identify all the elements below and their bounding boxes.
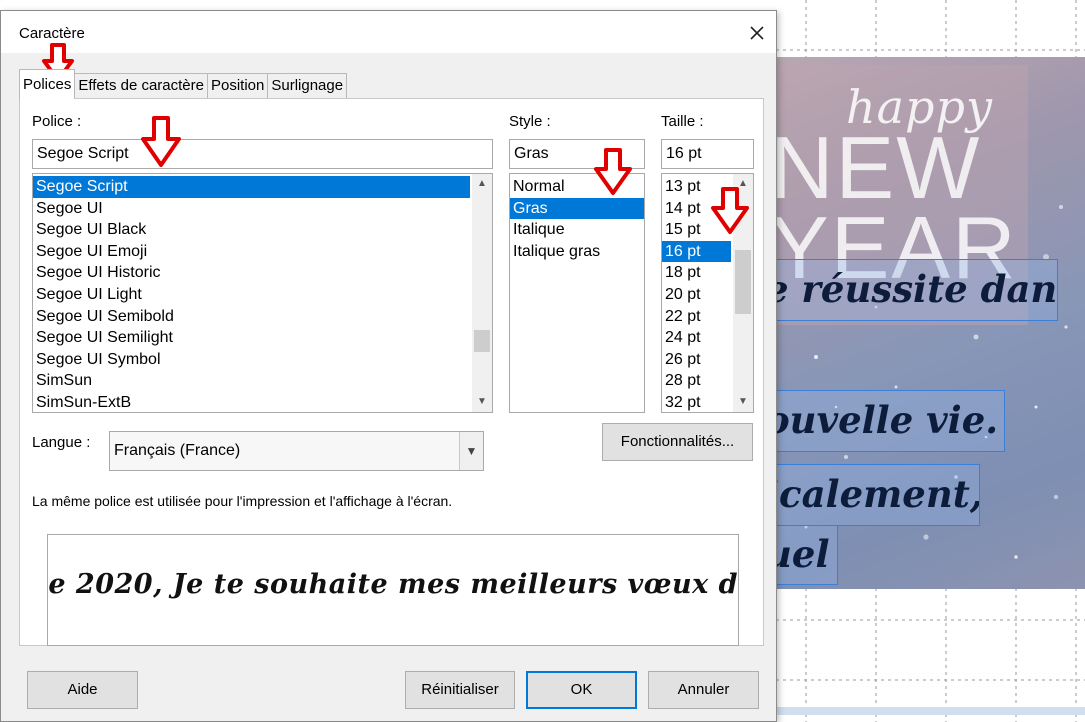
font-list-scrollbar[interactable]: ▲ ▼ bbox=[472, 174, 492, 412]
font-list[interactable]: Segoe Script Segoe UI Segoe UI Black Seg… bbox=[32, 173, 493, 413]
scroll-thumb[interactable] bbox=[735, 250, 751, 314]
tab-bar: Polices Effets de caractère Position Sur… bbox=[19, 69, 348, 99]
font-list-item[interactable]: Segoe UI Historic bbox=[33, 262, 470, 284]
language-value: Français (France) bbox=[114, 442, 241, 459]
ok-button[interactable]: OK bbox=[526, 671, 637, 709]
dialog-titlebar[interactable]: Caractère bbox=[1, 11, 776, 53]
size-input[interactable]: 16 pt bbox=[661, 139, 754, 169]
text-box-line-1[interactable]: e réussite dans bbox=[760, 259, 1058, 321]
scroll-down-arrow-icon[interactable]: ▼ bbox=[472, 392, 492, 412]
font-list-item[interactable]: Segoe UI Symbol bbox=[33, 349, 470, 371]
font-list-item[interactable]: Segoe UI Light bbox=[33, 284, 470, 306]
font-list-item[interactable]: Segoe UI bbox=[33, 198, 470, 220]
font-list-item[interactable]: SimSun-ExtB bbox=[33, 392, 470, 412]
font-list-item[interactable]: Segoe UI Emoji bbox=[33, 241, 470, 263]
size-list-item[interactable]: 20 pt bbox=[662, 284, 731, 306]
font-list-item[interactable]: Segoe UI Semibold bbox=[33, 306, 470, 328]
dialog-title: Caractère bbox=[19, 25, 85, 42]
annotation-arrow-icon bbox=[141, 116, 181, 167]
scroll-down-arrow-icon[interactable]: ▼ bbox=[733, 392, 753, 412]
size-list-item[interactable]: 26 pt bbox=[662, 349, 731, 371]
close-button[interactable] bbox=[743, 19, 771, 47]
cancel-button[interactable]: Annuler bbox=[648, 671, 759, 709]
language-label: Langue : bbox=[32, 434, 91, 451]
style-list-item[interactable]: Italique bbox=[510, 219, 644, 241]
font-name-input[interactable]: Segoe Script bbox=[32, 139, 493, 169]
size-list-item[interactable]: 24 pt bbox=[662, 327, 731, 349]
size-list-item[interactable]: 22 pt bbox=[662, 306, 731, 328]
tab-polices[interactable]: Polices bbox=[19, 69, 76, 99]
size-list-item[interactable]: 32 pt bbox=[662, 392, 731, 412]
font-usage-note: La même police est utilisée pour l'impre… bbox=[32, 493, 453, 509]
help-button[interactable]: Aide bbox=[27, 671, 138, 709]
close-icon bbox=[750, 26, 764, 40]
style-list-item[interactable]: Italique gras bbox=[510, 241, 644, 263]
text-box-line-2[interactable]: ouvelle vie. bbox=[760, 390, 1005, 452]
scroll-up-arrow-icon[interactable]: ▲ bbox=[472, 174, 492, 194]
preview-text: née 2020, Je te souhaite mes meilleurs v… bbox=[48, 569, 738, 600]
tab-surlignage[interactable]: Surlignage bbox=[267, 73, 348, 99]
style-label: Style : bbox=[509, 113, 551, 130]
tab-effets-de-caractere[interactable]: Effets de caractère bbox=[74, 73, 208, 99]
language-select[interactable]: Français (France) ▼ bbox=[109, 431, 484, 471]
tab-position[interactable]: Position bbox=[206, 73, 269, 99]
style-list-item[interactable]: Gras bbox=[510, 197, 644, 220]
scroll-thumb[interactable] bbox=[474, 330, 490, 352]
font-label: Police : bbox=[32, 113, 82, 130]
font-list-item[interactable]: SimSun bbox=[33, 370, 470, 392]
annotation-arrow-icon bbox=[711, 187, 749, 234]
size-list-item[interactable]: 18 pt bbox=[662, 262, 731, 284]
annotation-arrow-icon bbox=[594, 148, 632, 195]
font-preview: née 2020, Je te souhaite mes meilleurs v… bbox=[47, 534, 739, 646]
font-list-item[interactable]: Segoe UI Black bbox=[33, 219, 470, 241]
features-button[interactable]: Fonctionnalités... bbox=[602, 423, 753, 461]
font-list-item[interactable]: Segoe UI Semilight bbox=[33, 327, 470, 349]
size-list-item[interactable]: 16 pt bbox=[662, 240, 731, 263]
chevron-down-icon[interactable]: ▼ bbox=[459, 432, 483, 470]
character-dialog: Caractère Polices Effets de caractère Po… bbox=[0, 10, 777, 722]
reset-button[interactable]: Réinitialiser bbox=[405, 671, 515, 709]
text-box-line-3[interactable]: icalement, bbox=[760, 464, 980, 526]
card-new-text: NEW bbox=[770, 118, 982, 217]
size-label: Taille : bbox=[661, 113, 704, 130]
font-list-item[interactable]: Segoe Script bbox=[33, 176, 470, 198]
page-bottom-rule bbox=[776, 707, 1085, 715]
style-list[interactable]: Normal Gras Italique Italique gras bbox=[509, 173, 645, 413]
size-list-item[interactable]: 28 pt bbox=[662, 370, 731, 392]
